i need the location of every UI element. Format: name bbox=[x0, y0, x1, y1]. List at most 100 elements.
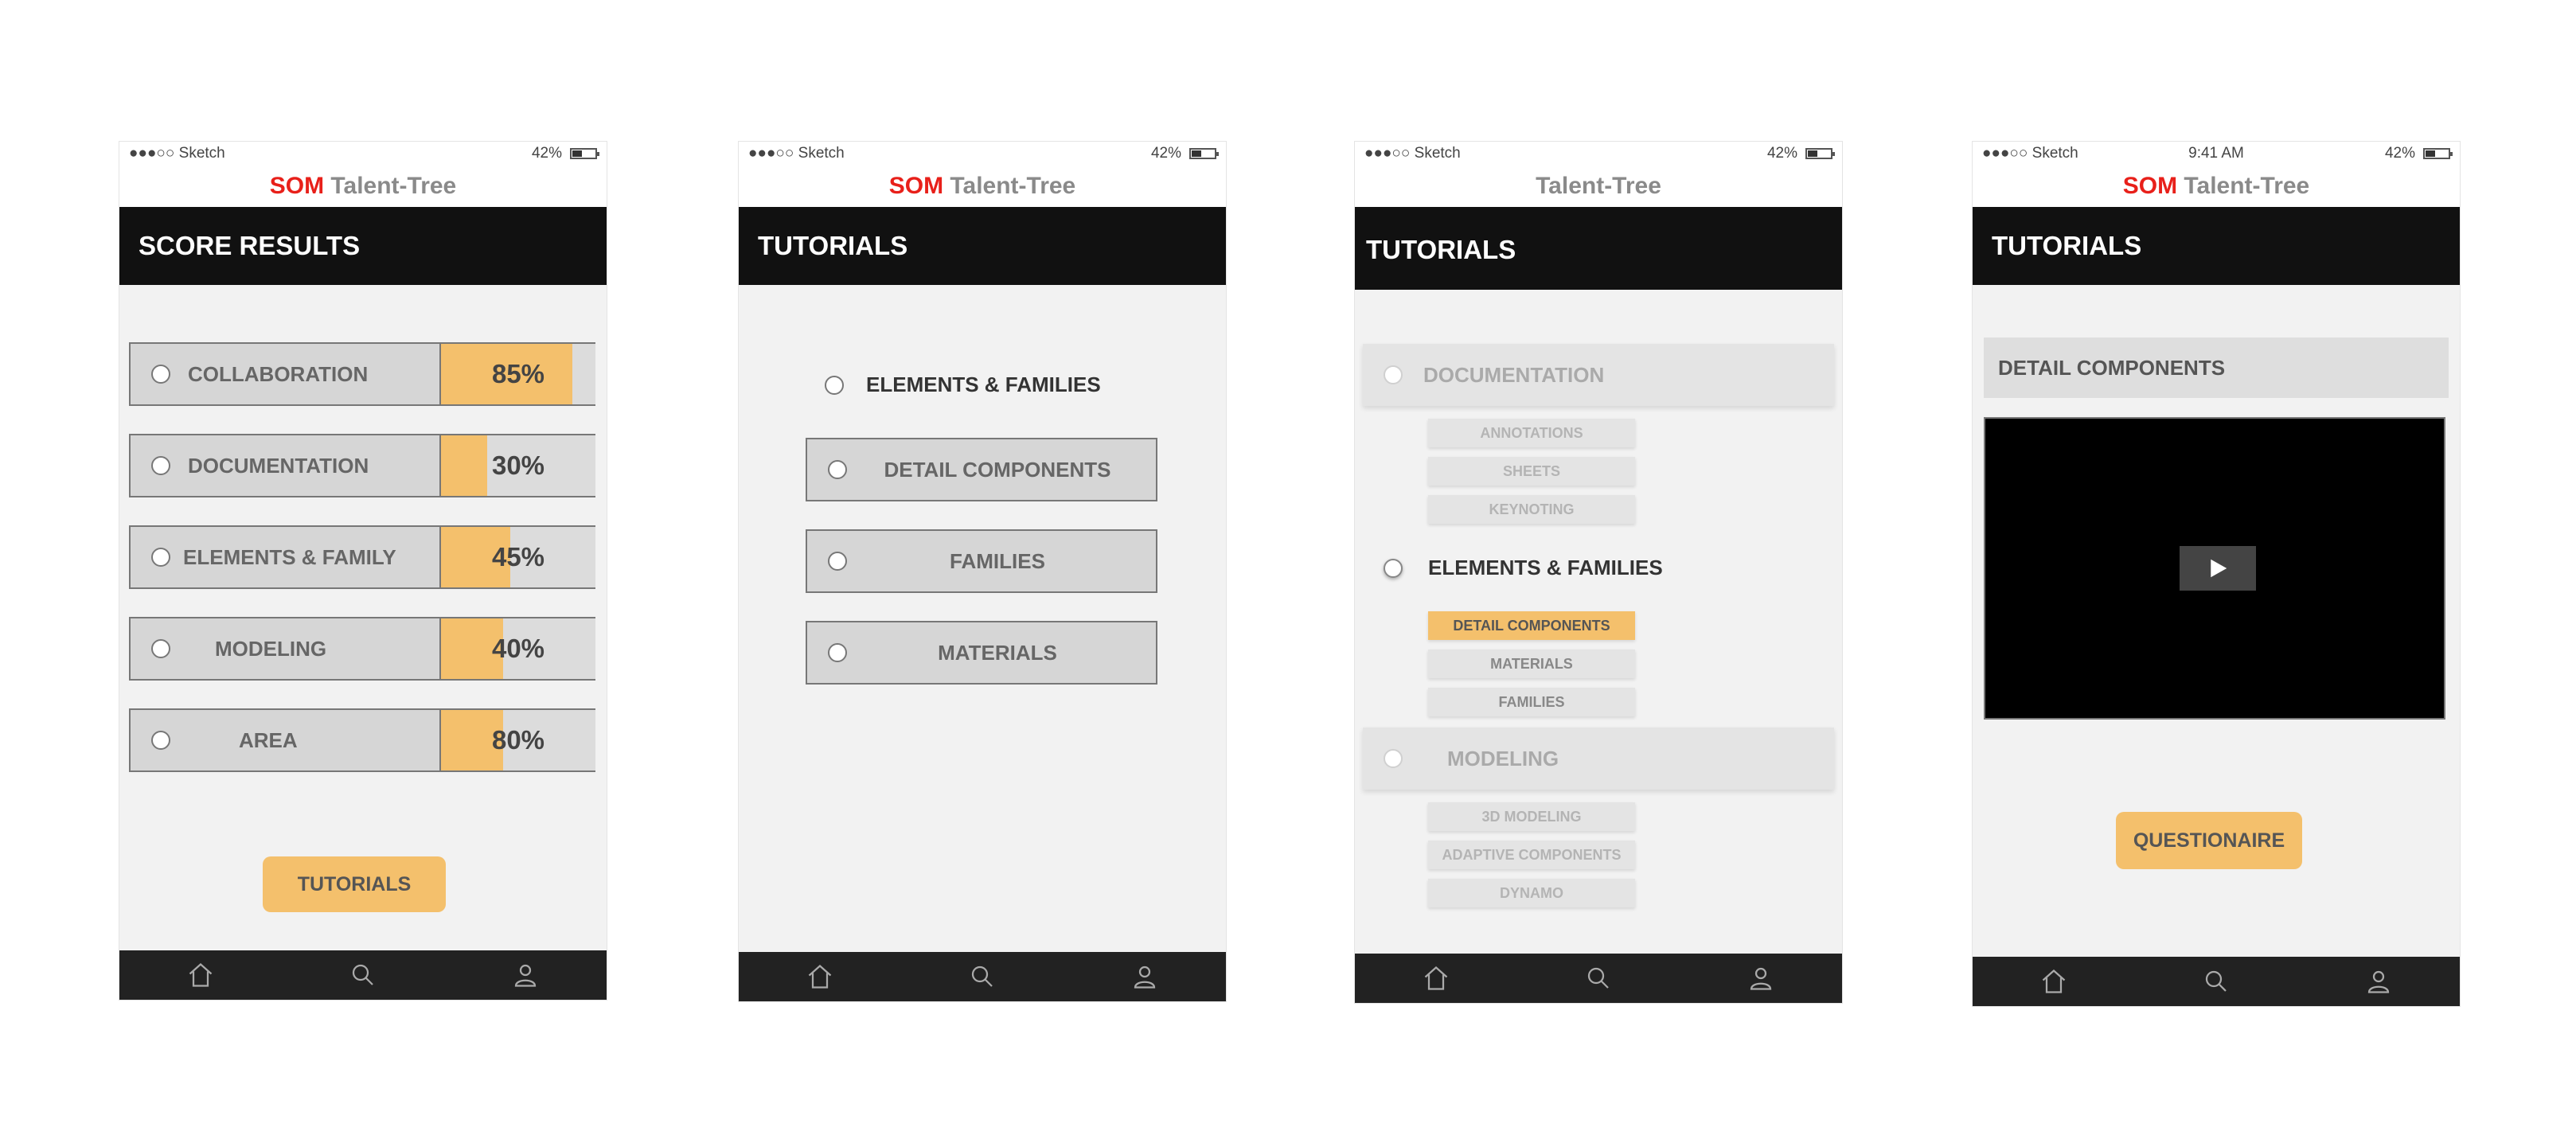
battery-icon bbox=[1805, 148, 1835, 159]
subitem-sheets[interactable]: SHEETS bbox=[1428, 457, 1635, 486]
status-bar: ●●●○○ Sketch 42% bbox=[739, 142, 1226, 166]
tutorial-item[interactable]: MATERIALS bbox=[806, 621, 1157, 685]
radio-button[interactable] bbox=[151, 365, 170, 384]
home-icon[interactable] bbox=[1422, 964, 1450, 993]
battery-label: 42% bbox=[1150, 145, 1181, 162]
subitem-3d-modeling[interactable]: 3D MODELING bbox=[1428, 802, 1635, 831]
home-icon[interactable] bbox=[806, 962, 834, 991]
home-icon[interactable] bbox=[186, 961, 215, 989]
section-label: MODELING bbox=[1447, 747, 1559, 770]
questionaire-button[interactable]: QUESTIONAIRE bbox=[2116, 812, 2302, 869]
score-row-modeling[interactable]: MODELING 40% bbox=[129, 617, 595, 681]
score-label: DOCUMENTATION bbox=[188, 454, 369, 478]
status-bar: ●●●○○ Sketch 42% bbox=[119, 142, 607, 166]
screen-tutorials-list: ●●●○○ Sketch 42% SOM Talent-Tree TUTORIA… bbox=[739, 142, 1226, 1001]
battery-label: 42% bbox=[531, 145, 562, 162]
play-icon bbox=[2211, 559, 2227, 578]
radio-button[interactable] bbox=[151, 731, 170, 750]
score-label: MODELING bbox=[215, 637, 327, 661]
tutorial-item[interactable]: FAMILIES bbox=[806, 529, 1157, 593]
radio-button[interactable] bbox=[151, 639, 170, 658]
app-brand: SOM Talent-Tree bbox=[739, 166, 1226, 207]
radio-button[interactable] bbox=[151, 548, 170, 567]
carrier-label: ●●●○○ Sketch bbox=[748, 145, 845, 162]
brand-som: SOM bbox=[269, 173, 325, 199]
brand-talent-tree: Talent-Tree bbox=[330, 173, 457, 199]
score-percent: 45% bbox=[491, 542, 545, 572]
subitem-dynamo[interactable]: DYNAMO bbox=[1428, 879, 1635, 907]
page-title: SCORE RESULTS bbox=[119, 207, 607, 285]
brand-talent-tree: Talent-Tree bbox=[1536, 173, 1661, 199]
radio-button[interactable] bbox=[825, 375, 844, 395]
score-bar: 30% bbox=[439, 435, 595, 496]
subitem-adaptive-components[interactable]: ADAPTIVE COMPONENTS bbox=[1428, 841, 1635, 869]
app-brand: Talent-Tree bbox=[1355, 166, 1842, 207]
score-percent: 40% bbox=[491, 634, 545, 663]
carrier-label: ●●●○○ Sketch bbox=[129, 145, 225, 162]
section-title: DETAIL COMPONENTS bbox=[1998, 356, 2226, 380]
section-documentation[interactable]: DOCUMENTATION bbox=[1363, 344, 1834, 406]
section-label: DOCUMENTATION bbox=[1423, 363, 1605, 387]
user-icon[interactable] bbox=[511, 961, 540, 989]
subitem-keynoting[interactable]: KEYNOTING bbox=[1428, 495, 1635, 524]
radio-button[interactable] bbox=[151, 456, 170, 475]
subitem-annotations[interactable]: ANNOTATIONS bbox=[1428, 419, 1635, 447]
app-brand: SOM Talent-Tree bbox=[119, 166, 607, 207]
subitem-families[interactable]: FAMILIES bbox=[1428, 688, 1635, 716]
carrier-label: ●●●○○ Sketch bbox=[1364, 145, 1461, 162]
score-bar: 85% bbox=[439, 344, 595, 404]
score-row-documentation[interactable]: DOCUMENTATION 30% bbox=[129, 434, 595, 497]
brand-talent-tree: Talent-Tree bbox=[950, 173, 1076, 199]
score-row-elements-family[interactable]: ELEMENTS & FAMILY 45% bbox=[129, 525, 595, 589]
score-percent: 80% bbox=[491, 725, 545, 755]
tutorial-item-label: MATERIALS bbox=[938, 641, 1057, 665]
score-label: AREA bbox=[239, 728, 298, 752]
battery-icon bbox=[570, 148, 599, 159]
user-icon[interactable] bbox=[2364, 967, 2393, 996]
user-icon[interactable] bbox=[1130, 962, 1159, 991]
app-brand: SOM Talent-Tree bbox=[1973, 166, 2460, 207]
subitem-materials[interactable]: MATERIALS bbox=[1428, 650, 1635, 678]
score-label: ELEMENTS & FAMILY bbox=[183, 545, 396, 569]
brand-som: SOM bbox=[888, 173, 944, 199]
tutorial-item[interactable]: DETAIL COMPONENTS bbox=[806, 438, 1157, 501]
tutorial-item-label: FAMILIES bbox=[950, 549, 1045, 573]
radio-button[interactable] bbox=[1384, 365, 1403, 384]
page-title: TUTORIALS bbox=[1973, 207, 2460, 285]
home-icon[interactable] bbox=[2039, 967, 2068, 996]
section-modeling[interactable]: MODELING bbox=[1363, 728, 1834, 790]
screen-tutorials-expanded: ●●●○○ Sketch 42% Talent-Tree TUTORIALS D… bbox=[1355, 142, 1842, 1003]
score-row-collaboration[interactable]: COLLABORATION 85% bbox=[129, 342, 595, 406]
section-label: ELEMENTS & FAMILIES bbox=[1428, 556, 1663, 579]
category-heading[interactable]: ELEMENTS & FAMILIES bbox=[825, 373, 1101, 397]
tab-bar bbox=[1973, 957, 2460, 1006]
section-elements-families[interactable]: ELEMENTS & FAMILIES bbox=[1384, 556, 1663, 580]
score-row-area[interactable]: AREA 80% bbox=[129, 708, 595, 772]
screen-tutorial-video: ●●●○○ Sketch 9:41 AM 42% SOM Talent-Tree… bbox=[1973, 142, 2460, 1006]
brand-som: SOM bbox=[2122, 173, 2178, 199]
page-title: TUTORIALS bbox=[1355, 207, 1842, 290]
tab-bar bbox=[119, 950, 607, 1000]
tab-bar bbox=[739, 952, 1226, 1001]
status-bar: ●●●○○ Sketch 42% bbox=[1355, 142, 1842, 166]
search-icon[interactable] bbox=[349, 961, 377, 989]
subitem-detail-components[interactable]: DETAIL COMPONENTS bbox=[1428, 611, 1635, 640]
radio-button[interactable] bbox=[1384, 749, 1403, 768]
section-header: DETAIL COMPONENTS bbox=[1984, 337, 2449, 398]
search-icon[interactable] bbox=[968, 962, 997, 991]
score-percent: 30% bbox=[491, 451, 545, 480]
score-bar: 45% bbox=[439, 527, 595, 587]
tab-bar bbox=[1355, 954, 1842, 1003]
tutorials-button[interactable]: TUTORIALS bbox=[263, 856, 446, 912]
search-icon[interactable] bbox=[2202, 967, 2231, 996]
score-bar: 80% bbox=[439, 710, 595, 770]
screen-score-results: ●●●○○ Sketch 42% SOM Talent-Tree SCORE R… bbox=[119, 142, 607, 1000]
play-button[interactable] bbox=[2180, 546, 2256, 591]
video-player[interactable] bbox=[1984, 417, 2445, 720]
tutorial-item-label: DETAIL COMPONENTS bbox=[884, 458, 1111, 482]
radio-button[interactable] bbox=[1384, 558, 1403, 578]
user-icon[interactable] bbox=[1747, 964, 1775, 993]
search-icon[interactable] bbox=[1584, 964, 1613, 993]
score-bar: 40% bbox=[439, 618, 595, 679]
status-bar: ●●●○○ Sketch 9:41 AM 42% bbox=[1973, 142, 2460, 166]
